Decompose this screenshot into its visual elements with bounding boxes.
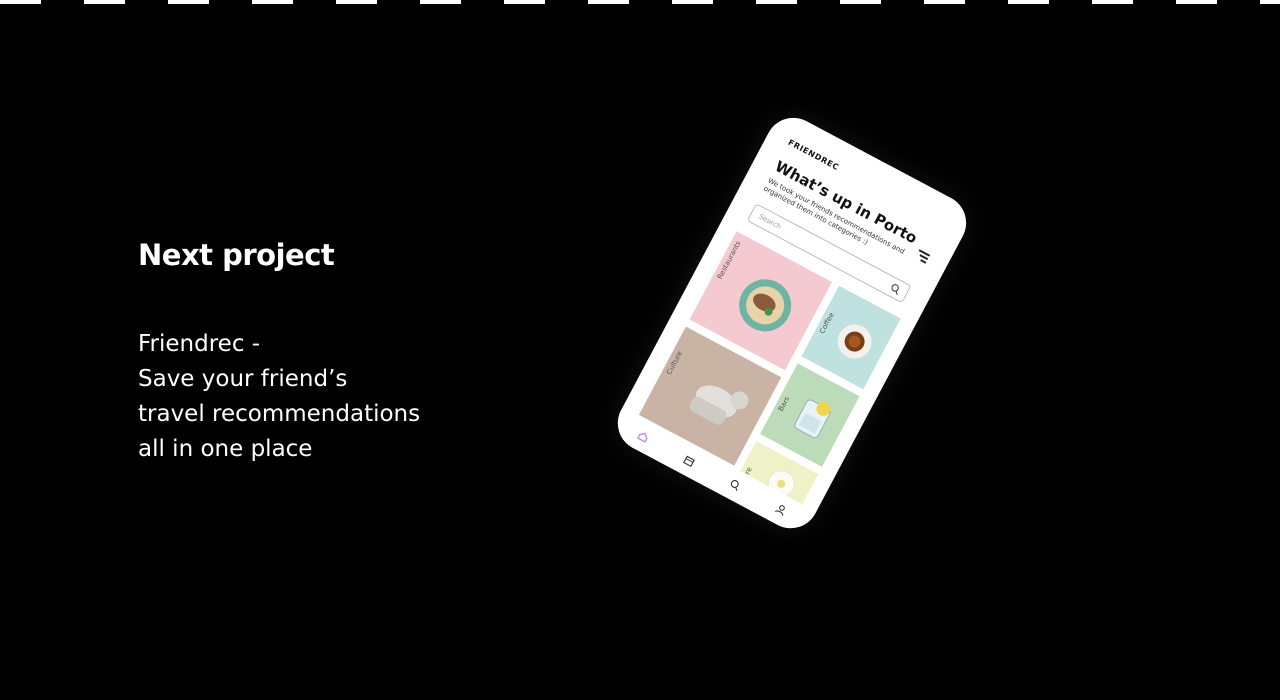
dash — [756, 0, 797, 4]
dash — [1008, 0, 1049, 4]
dash — [252, 0, 293, 4]
project-description: Friendrec - Save your friend’s travel re… — [138, 327, 420, 467]
dash — [1092, 0, 1133, 4]
dash — [168, 0, 209, 4]
description-line: Friendrec - — [138, 331, 261, 357]
dash — [420, 0, 461, 4]
search-icon — [891, 284, 899, 295]
dash — [0, 0, 41, 4]
description-line: all in one place — [138, 436, 313, 462]
dash — [924, 0, 965, 4]
top-dashed-border — [0, 0, 1280, 4]
dash — [840, 0, 881, 4]
dash — [588, 0, 629, 4]
dash — [672, 0, 713, 4]
description-line: travel recommendations — [138, 401, 421, 427]
profile-icon[interactable] — [773, 502, 789, 518]
dash — [1260, 0, 1280, 4]
section-title: Next project — [138, 238, 335, 272]
dash — [1176, 0, 1217, 4]
description-line: Save your friend’s — [138, 366, 348, 392]
calendar-icon[interactable] — [681, 453, 697, 469]
home-icon[interactable] — [635, 428, 651, 444]
search-icon[interactable] — [727, 477, 743, 493]
dash — [336, 0, 377, 4]
dash — [504, 0, 545, 4]
dash — [84, 0, 125, 4]
phone-mockup: FRIENDREC What’s up in Porto We took you… — [608, 108, 976, 538]
search-placeholder: Search — [757, 212, 783, 231]
